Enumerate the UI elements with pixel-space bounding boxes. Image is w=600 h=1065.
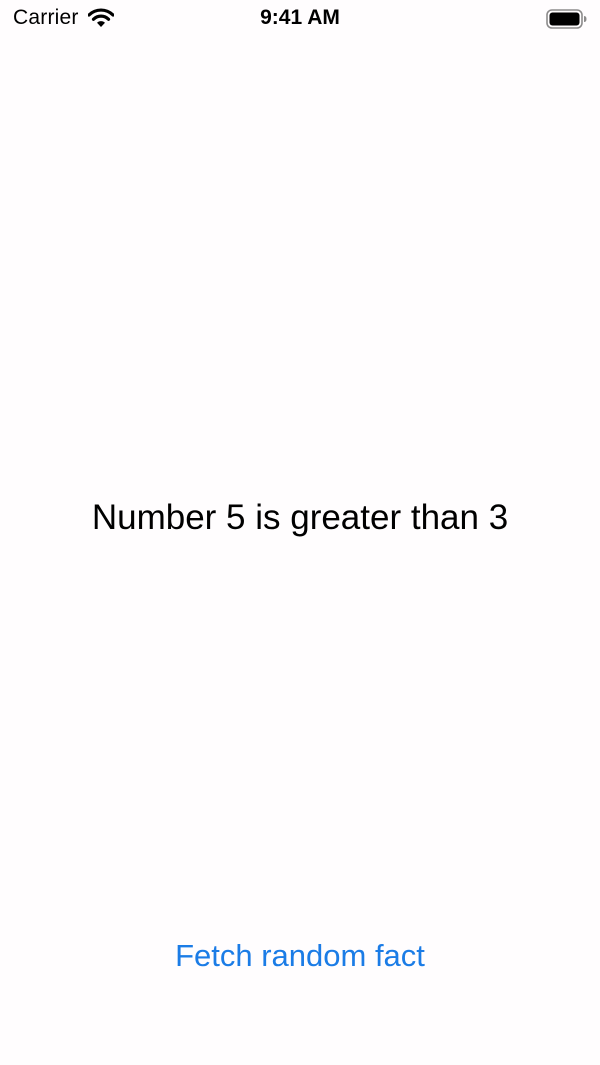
fetch-random-fact-button[interactable]: Fetch random fact [150, 934, 450, 978]
battery-icon [546, 9, 587, 29]
fact-text: Number 5 is greater than 3 [91, 498, 509, 537]
status-bar: Carrier 9:41 AM [0, 0, 600, 40]
status-time: 9:41 AM [260, 6, 340, 29]
